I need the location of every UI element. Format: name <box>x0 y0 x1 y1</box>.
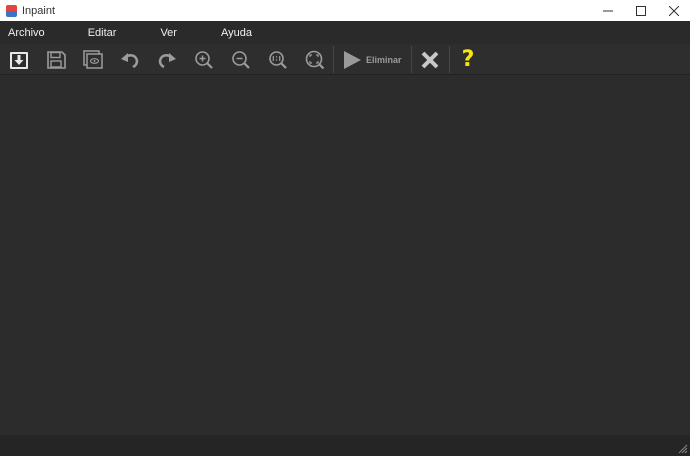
window-title: Inpaint <box>22 4 56 17</box>
toolbar-separator <box>333 46 334 73</box>
undo-icon <box>121 53 139 69</box>
maximize-icon <box>635 5 646 16</box>
zoom-in-icon <box>195 51 213 69</box>
toolbar-separator <box>449 46 450 73</box>
remove-button-label: Eliminar <box>366 55 402 65</box>
menu-editar[interactable]: Editar <box>88 27 117 39</box>
play-icon <box>344 51 361 69</box>
save-icon <box>47 51 66 69</box>
app-icon <box>6 4 17 17</box>
open-button[interactable] <box>5 46 33 74</box>
menu-ver[interactable]: Ver <box>160 27 177 39</box>
cancel-button[interactable] <box>416 46 444 74</box>
view-original-button[interactable] <box>79 46 107 74</box>
help-icon: ? <box>461 47 475 72</box>
remove-button[interactable]: Eliminar <box>335 46 411 74</box>
toolbar: Eliminar ? <box>0 44 690 75</box>
redo-icon <box>158 53 176 69</box>
undo-button[interactable] <box>116 46 144 74</box>
cancel-icon <box>421 51 439 69</box>
menu-archivo[interactable]: Archivo <box>8 27 45 39</box>
actual-size-button[interactable] <box>264 46 292 74</box>
minimize-icon <box>602 10 613 11</box>
fit-to-window-button[interactable] <box>301 46 329 74</box>
close-icon <box>668 5 679 16</box>
help-button[interactable]: ? <box>454 46 482 74</box>
close-button[interactable] <box>657 0 690 21</box>
title-bar: Inpaint <box>0 0 690 21</box>
image-canvas[interactable] <box>0 75 690 435</box>
menu-bar: Archivo Editar Ver Ayuda <box>0 21 690 44</box>
redo-button[interactable] <box>153 46 181 74</box>
minimize-button[interactable] <box>591 0 624 21</box>
resize-grip-icon[interactable] <box>676 442 688 454</box>
status-bar <box>0 435 690 456</box>
zoom-out-button[interactable] <box>227 46 255 74</box>
actual-size-icon <box>269 51 287 69</box>
menu-ayuda[interactable]: Ayuda <box>221 27 252 39</box>
fit-to-window-icon <box>305 50 325 70</box>
open-icon <box>10 52 28 69</box>
maximize-button[interactable] <box>624 0 657 21</box>
zoom-in-button[interactable] <box>190 46 218 74</box>
view-original-icon <box>83 50 103 69</box>
toolbar-separator <box>411 46 412 73</box>
zoom-out-icon <box>232 51 250 69</box>
save-button[interactable] <box>42 46 70 74</box>
window-controls <box>591 0 690 21</box>
